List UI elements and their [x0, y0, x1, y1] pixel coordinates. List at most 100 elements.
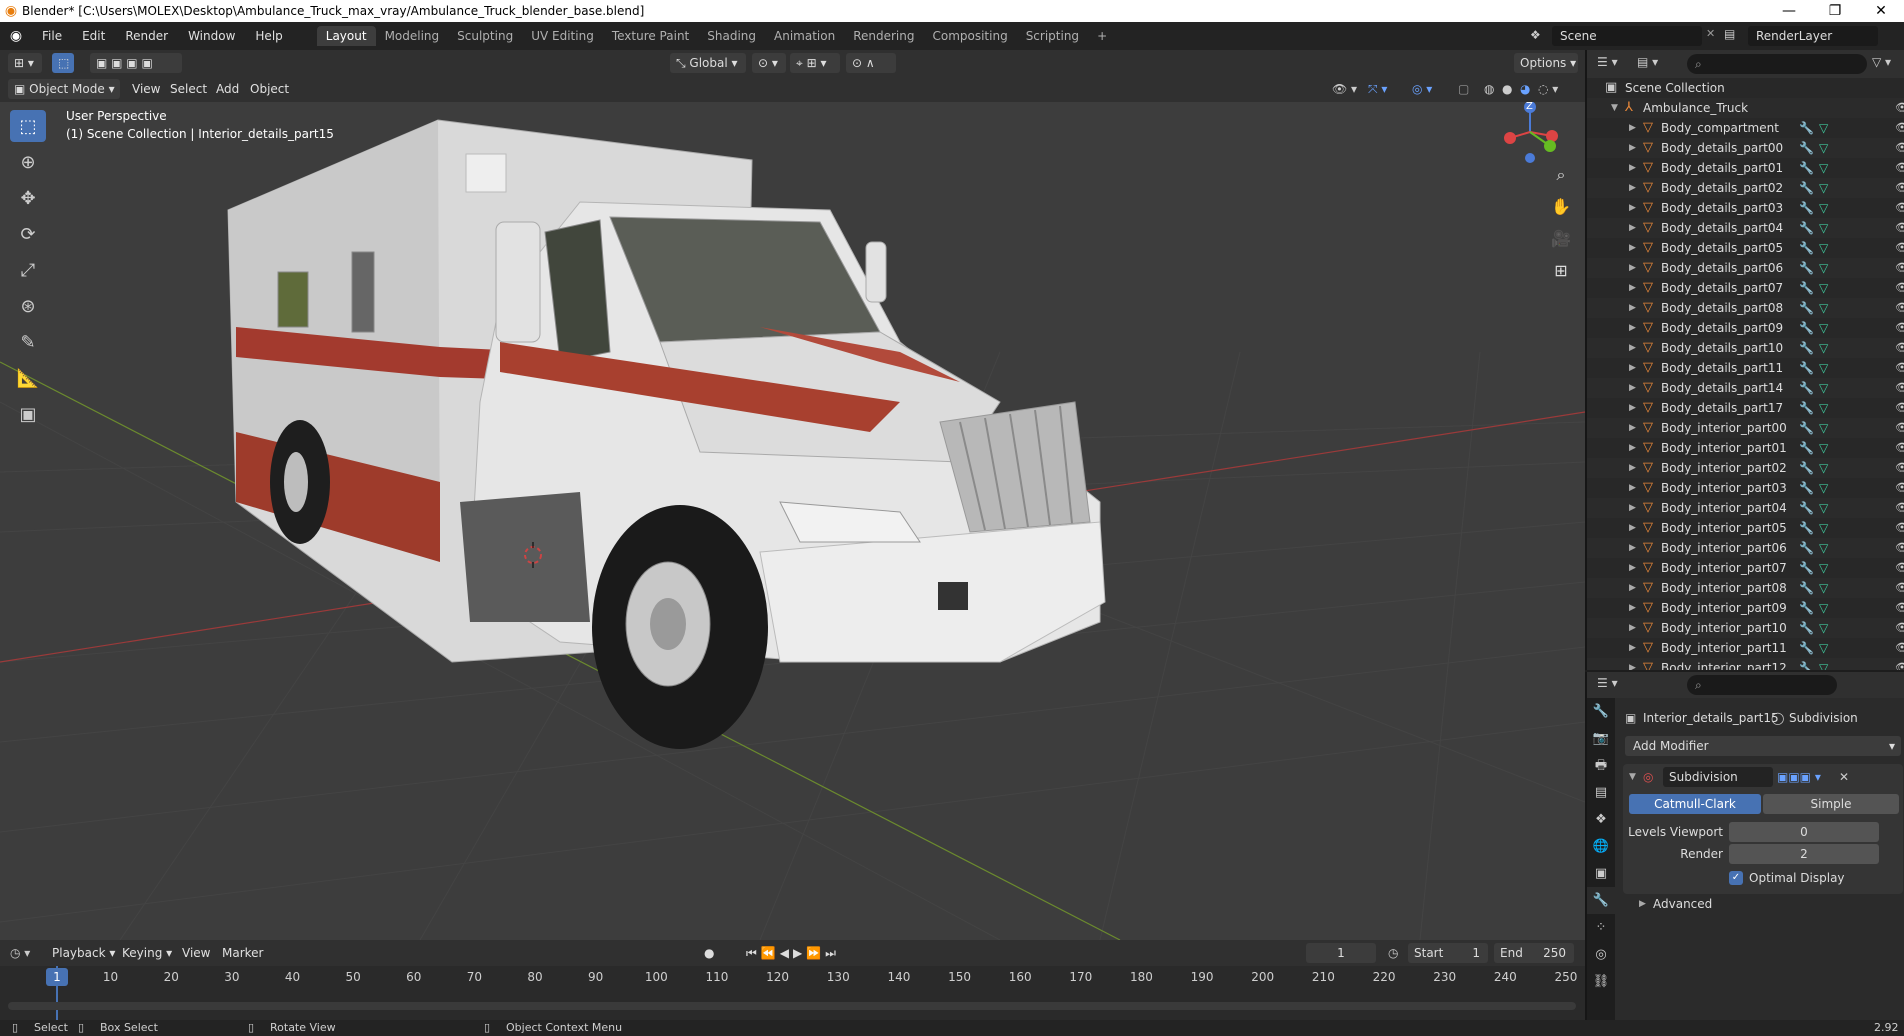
properties-search-input[interactable]: ⌕: [1687, 675, 1837, 695]
expand-arrow-icon[interactable]: ▶: [1629, 518, 1636, 538]
modifier-wrench-icon[interactable]: 🔧: [1799, 438, 1814, 458]
expand-arrow-icon[interactable]: ▶: [1629, 318, 1636, 338]
visibility-eye-icon[interactable]: 👁: [1895, 158, 1904, 178]
overlay-toggle-icon[interactable]: ◎ ▾: [1412, 79, 1432, 99]
modifier-wrench-icon[interactable]: 🔧: [1799, 318, 1814, 338]
measure-tool-icon[interactable]: 📐: [10, 362, 46, 394]
visibility-eye-icon[interactable]: 👁: [1895, 278, 1904, 298]
object-tab-icon[interactable]: ▣: [1587, 860, 1615, 887]
mesh-data-icon[interactable]: ▽: [1819, 458, 1828, 478]
mesh-data-icon[interactable]: ▽: [1819, 358, 1828, 378]
visibility-eye-icon[interactable]: 👁: [1895, 558, 1904, 578]
modifier-wrench-icon[interactable]: 🔧: [1799, 558, 1814, 578]
visibility-eye-icon[interactable]: 👁: [1895, 378, 1904, 398]
outliner-item[interactable]: ▶▽Body_interior_part02🔧▽👁: [1587, 458, 1904, 478]
expand-arrow-icon[interactable]: ▶: [1629, 578, 1636, 598]
expand-arrow-icon[interactable]: ▶: [1629, 278, 1636, 298]
workspace-tab-animation[interactable]: Animation: [765, 26, 844, 46]
outliner-item[interactable]: ▶▽Body_interior_part05🔧▽👁: [1587, 518, 1904, 538]
visibility-eye-icon[interactable]: 👁: [1895, 438, 1904, 458]
properties-editor-icon[interactable]: ☰ ▾: [1597, 676, 1618, 690]
expand-arrow-icon[interactable]: ▶: [1629, 458, 1636, 478]
mesh-data-icon[interactable]: ▽: [1819, 158, 1828, 178]
maximize-button[interactable]: ❐: [1812, 0, 1858, 22]
tool-tab-icon[interactable]: 🔧: [1587, 698, 1615, 725]
modifier-wrench-icon[interactable]: 🔧: [1799, 618, 1814, 638]
output-tab-icon[interactable]: 🖶: [1587, 752, 1615, 779]
modifier-wrench-icon[interactable]: 🔧: [1799, 118, 1814, 138]
outliner-item[interactable]: ▶▽Body_compartment🔧▽👁: [1587, 118, 1904, 138]
expand-arrow-icon[interactable]: ▶: [1629, 338, 1636, 358]
annotate-tool-icon[interactable]: ✎: [10, 326, 46, 358]
gizmo-toggle-icon[interactable]: ⤧ ▾: [1368, 79, 1387, 99]
expand-arrow-icon[interactable]: ▶: [1629, 398, 1636, 418]
physics-tab-icon[interactable]: ◎: [1587, 941, 1615, 968]
menu-window[interactable]: Window: [178, 29, 245, 43]
workspace-tab-texture-paint[interactable]: Texture Paint: [603, 26, 698, 46]
outliner-search-input[interactable]: ⌕: [1687, 54, 1867, 74]
modifier-wrench-icon[interactable]: 🔧: [1799, 658, 1814, 670]
outliner-item[interactable]: ▶▽Body_details_part10🔧▽👁: [1587, 338, 1904, 358]
mesh-data-icon[interactable]: ▽: [1819, 238, 1828, 258]
modifier-wrench-icon[interactable]: 🔧: [1799, 478, 1814, 498]
expand-arrow-icon[interactable]: ▶: [1629, 258, 1636, 278]
select-box-tool-icon[interactable]: ⬚: [10, 110, 46, 142]
expand-arrow-icon[interactable]: ▶: [1629, 118, 1636, 138]
zoom-icon[interactable]: ⌕: [1548, 162, 1574, 188]
start-frame-field[interactable]: Start 1: [1408, 943, 1488, 963]
visibility-eye-icon[interactable]: 👁: [1895, 578, 1904, 598]
outliner-item[interactable]: ▶▽Body_interior_part03🔧▽👁: [1587, 478, 1904, 498]
visibility-eye-icon[interactable]: 👁: [1895, 238, 1904, 258]
expand-arrow-icon[interactable]: ▶: [1629, 558, 1636, 578]
modifier-wrench-icon[interactable]: 🔧: [1799, 398, 1814, 418]
expand-arrow-icon[interactable]: ▶: [1629, 598, 1636, 618]
visibility-eye-icon[interactable]: 👁: [1895, 298, 1904, 318]
workspace-tab-modeling[interactable]: Modeling: [376, 26, 449, 46]
visibility-eye-icon[interactable]: 👁: [1895, 178, 1904, 198]
xray-icon[interactable]: ▢: [1458, 79, 1469, 99]
outliner-item[interactable]: ▶▽Body_interior_part06🔧▽👁: [1587, 538, 1904, 558]
optimal-display-checkbox[interactable]: ✓: [1729, 871, 1743, 885]
menu-render[interactable]: Render: [115, 29, 178, 43]
expand-arrow-icon[interactable]: ▶: [1629, 358, 1636, 378]
outliner-item[interactable]: ▶▽Body_details_part14🔧▽👁: [1587, 378, 1904, 398]
snap-icon[interactable]: ⌖ ⊞ ▾: [790, 53, 840, 73]
advanced-expand-icon[interactable]: ▶: [1639, 894, 1646, 914]
workspace-tab-shading[interactable]: Shading: [698, 26, 765, 46]
editor-type-button[interactable]: ⊞ ▾: [8, 53, 42, 73]
expand-arrow-icon[interactable]: ▶: [1629, 498, 1636, 518]
transform-tool-icon[interactable]: ⊛: [10, 290, 46, 322]
outliner-item[interactable]: ▶▽Body_interior_part00🔧▽👁: [1587, 418, 1904, 438]
modifier-wrench-icon[interactable]: 🔧: [1799, 498, 1814, 518]
levels-viewport-field[interactable]: 0: [1729, 822, 1879, 842]
pan-hand-icon[interactable]: ✋: [1548, 194, 1574, 220]
modifier-wrench-icon[interactable]: 🔧: [1799, 138, 1814, 158]
material-shading-icon[interactable]: ◕: [1520, 79, 1530, 99]
display-mode-icon[interactable]: ▤ ▾: [1637, 55, 1658, 69]
expand-arrow-icon[interactable]: ▶: [1629, 478, 1636, 498]
rendered-shading-icon[interactable]: ◌ ▾: [1538, 79, 1558, 99]
mesh-data-icon[interactable]: ▽: [1819, 318, 1828, 338]
menu-marker[interactable]: Marker: [222, 943, 263, 963]
end-frame-field[interactable]: End 250: [1494, 943, 1574, 963]
filter-icon[interactable]: ▽ ▾: [1872, 55, 1891, 69]
mesh-data-icon[interactable]: ▽: [1819, 498, 1828, 518]
visibility-eye-icon[interactable]: 👁: [1895, 618, 1904, 638]
outliner-item[interactable]: ▶▽Body_details_part08🔧▽👁: [1587, 298, 1904, 318]
mesh-data-icon[interactable]: ▽: [1819, 638, 1828, 658]
workspace-tab-uv-editing[interactable]: UV Editing: [522, 26, 603, 46]
outliner-item[interactable]: ▶▽Body_details_part00🔧▽👁: [1587, 138, 1904, 158]
outliner-item[interactable]: ▶▽Body_details_part05🔧▽👁: [1587, 238, 1904, 258]
world-tab-icon[interactable]: 🌐: [1587, 833, 1615, 860]
transform-orientation-dropdown[interactable]: ⤡ Global ▾: [670, 53, 746, 73]
proportional-edit-icon[interactable]: ⊙ ∧: [846, 53, 896, 73]
close-button[interactable]: ✕: [1858, 0, 1904, 22]
modifier-wrench-icon[interactable]: 🔧: [1799, 238, 1814, 258]
current-frame-field[interactable]: 1: [1306, 943, 1376, 963]
expand-arrow-icon[interactable]: ▶: [1629, 658, 1636, 670]
visibility-eye-icon[interactable]: 👁: [1895, 598, 1904, 618]
mesh-data-icon[interactable]: ▽: [1819, 598, 1828, 618]
pivot-point-icon[interactable]: ⊙ ▾: [752, 53, 786, 73]
add-workspace-button[interactable]: +: [1088, 26, 1116, 46]
visibility-eye-icon[interactable]: 👁: [1895, 498, 1904, 518]
